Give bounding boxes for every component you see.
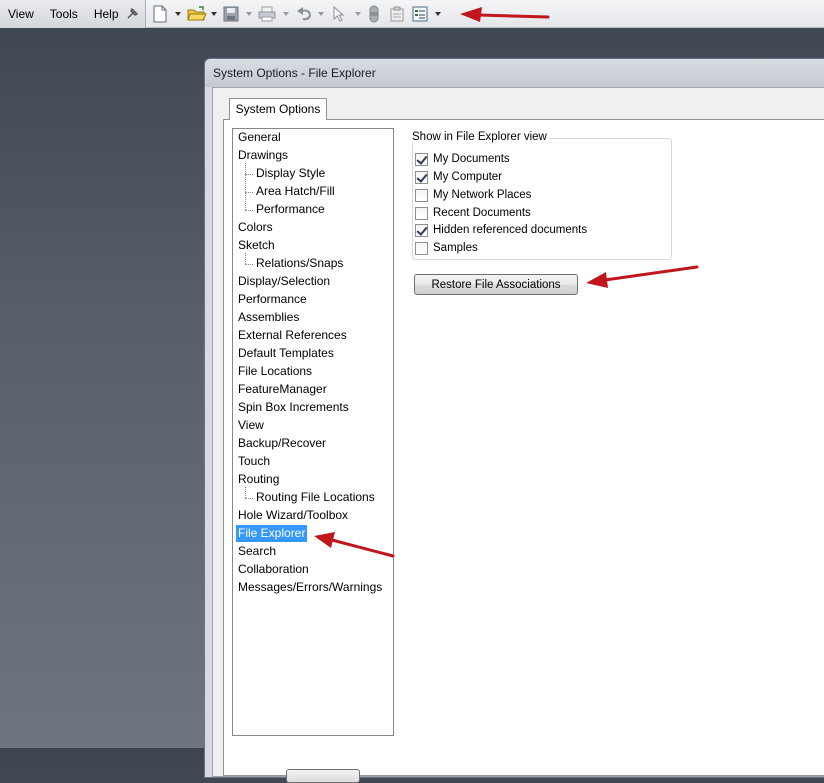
restore-file-associations-button[interactable]: Restore File Associations bbox=[414, 274, 578, 295]
tree-item[interactable]: FeatureManager bbox=[236, 381, 329, 398]
checkbox-label: My Network Places bbox=[433, 189, 532, 201]
tree-item[interactable]: General bbox=[236, 129, 283, 146]
tree-item[interactable]: File Explorer bbox=[236, 525, 308, 542]
file-properties-icon[interactable] bbox=[389, 4, 405, 24]
tree-item[interactable]: Collaboration bbox=[236, 561, 311, 578]
tree-item[interactable]: Performance bbox=[236, 291, 309, 308]
options-dropdown-icon[interactable] bbox=[435, 12, 441, 16]
my-network-places-checkbox[interactable] bbox=[415, 188, 428, 202]
my-documents-checkbox[interactable] bbox=[415, 152, 428, 166]
menu-tools[interactable]: Tools bbox=[42, 0, 86, 28]
tree-guide-line bbox=[245, 163, 246, 210]
dialog-title: System Options - File Explorer bbox=[213, 66, 376, 80]
system-options-dialog: System Options - File Explorer System Op… bbox=[204, 58, 824, 783]
tree-branch-line bbox=[245, 192, 253, 193]
tree-item[interactable]: Performance bbox=[254, 201, 327, 218]
dialog-body: System Options General Drawings Display St… bbox=[212, 87, 824, 783]
tree-branch-line bbox=[245, 210, 253, 211]
tree-item[interactable]: Default Templates bbox=[236, 345, 336, 362]
undo-icon[interactable] bbox=[296, 4, 314, 24]
tab-system-options[interactable]: System Options bbox=[229, 98, 327, 120]
tree-item[interactable]: Assemblies bbox=[236, 309, 301, 326]
undo-dropdown-icon[interactable] bbox=[318, 12, 324, 16]
rebuild-icon[interactable] bbox=[368, 4, 380, 24]
print-dropdown-icon[interactable] bbox=[283, 12, 289, 16]
menu-bar: View Tools Help bbox=[0, 0, 146, 28]
tree-item[interactable]: Drawings bbox=[236, 147, 290, 164]
checkbox-label: My Computer bbox=[433, 171, 503, 183]
tree-item[interactable]: Sketch bbox=[236, 237, 277, 254]
tree-item[interactable]: Display Style bbox=[254, 165, 327, 182]
checkbox-row-my-network-places[interactable]: My Network Places bbox=[415, 187, 531, 203]
tree-item[interactable]: File Locations bbox=[236, 363, 314, 380]
checkbox-row-hidden-referenced-documents[interactable]: Hidden referenced documents bbox=[415, 222, 587, 238]
top-toolbar: View Tools Help bbox=[0, 0, 824, 28]
menu-view[interactable]: View bbox=[0, 0, 42, 28]
tree-item[interactable]: Relations/Snaps bbox=[254, 255, 345, 272]
new-dropdown-icon[interactable] bbox=[175, 12, 181, 16]
checkbox-label: Recent Documents bbox=[433, 207, 531, 219]
tree-item[interactable]: External References bbox=[236, 327, 349, 344]
ok-button[interactable] bbox=[286, 769, 360, 783]
tree-branch-line bbox=[245, 174, 253, 175]
dialog-titlebar[interactable]: System Options - File Explorer bbox=[205, 59, 824, 87]
tree-item[interactable]: Backup/Recover bbox=[236, 435, 328, 452]
options-tree[interactable]: General Drawings Display Style Area Hatch/F… bbox=[232, 128, 394, 736]
checkbox-label: Samples bbox=[433, 242, 478, 254]
open-folder-icon[interactable] bbox=[187, 4, 207, 24]
tree-branch-line bbox=[245, 264, 253, 265]
select-pointer-icon[interactable] bbox=[332, 4, 346, 24]
hidden-referenced-documents-checkbox[interactable] bbox=[415, 223, 428, 237]
checkbox-row-samples[interactable]: Samples bbox=[415, 240, 478, 256]
tree-item[interactable]: Search bbox=[236, 543, 278, 560]
samples-checkbox[interactable] bbox=[415, 241, 428, 255]
tree-guide-line bbox=[245, 487, 246, 498]
tree-item[interactable]: Routing bbox=[236, 471, 281, 488]
save-dropdown-icon[interactable] bbox=[246, 12, 252, 16]
tab-panel: General Drawings Display Style Area Hatch/F… bbox=[223, 119, 824, 783]
options-icon[interactable] bbox=[412, 4, 428, 24]
checkbox-label: My Documents bbox=[433, 153, 510, 165]
pin-icon[interactable] bbox=[124, 4, 140, 24]
my-computer-checkbox[interactable] bbox=[415, 170, 428, 184]
checkbox-row-my-documents[interactable]: My Documents bbox=[415, 151, 510, 167]
tree-item[interactable]: Colors bbox=[236, 219, 275, 236]
save-icon[interactable] bbox=[223, 4, 239, 24]
open-dropdown-icon[interactable] bbox=[211, 12, 217, 16]
group-title: Show in File Explorer view bbox=[410, 131, 549, 143]
print-icon[interactable] bbox=[258, 4, 276, 24]
tree-item[interactable]: Hole Wizard/Toolbox bbox=[236, 507, 350, 524]
menu-help[interactable]: Help bbox=[86, 0, 127, 28]
tree-item[interactable]: Touch bbox=[236, 453, 272, 470]
select-dropdown-icon[interactable] bbox=[355, 12, 361, 16]
checkbox-row-recent-documents[interactable]: Recent Documents bbox=[415, 205, 531, 221]
recent-documents-checkbox[interactable] bbox=[415, 206, 428, 220]
checkbox-row-my-computer[interactable]: My Computer bbox=[415, 169, 502, 185]
tree-guide-line bbox=[245, 253, 246, 264]
tree-item[interactable]: Routing File Locations bbox=[254, 489, 377, 506]
checkbox-label: Hidden referenced documents bbox=[433, 224, 588, 236]
tree-item[interactable]: Messages/Errors/Warnings bbox=[236, 579, 384, 596]
tree-branch-line bbox=[245, 498, 253, 499]
tree-item[interactable]: View bbox=[236, 417, 266, 434]
new-document-icon[interactable] bbox=[152, 4, 168, 24]
tree-item[interactable]: Spin Box Increments bbox=[236, 399, 351, 416]
tree-item[interactable]: Display/Selection bbox=[236, 273, 332, 290]
tree-item[interactable]: Area Hatch/Fill bbox=[254, 183, 337, 200]
